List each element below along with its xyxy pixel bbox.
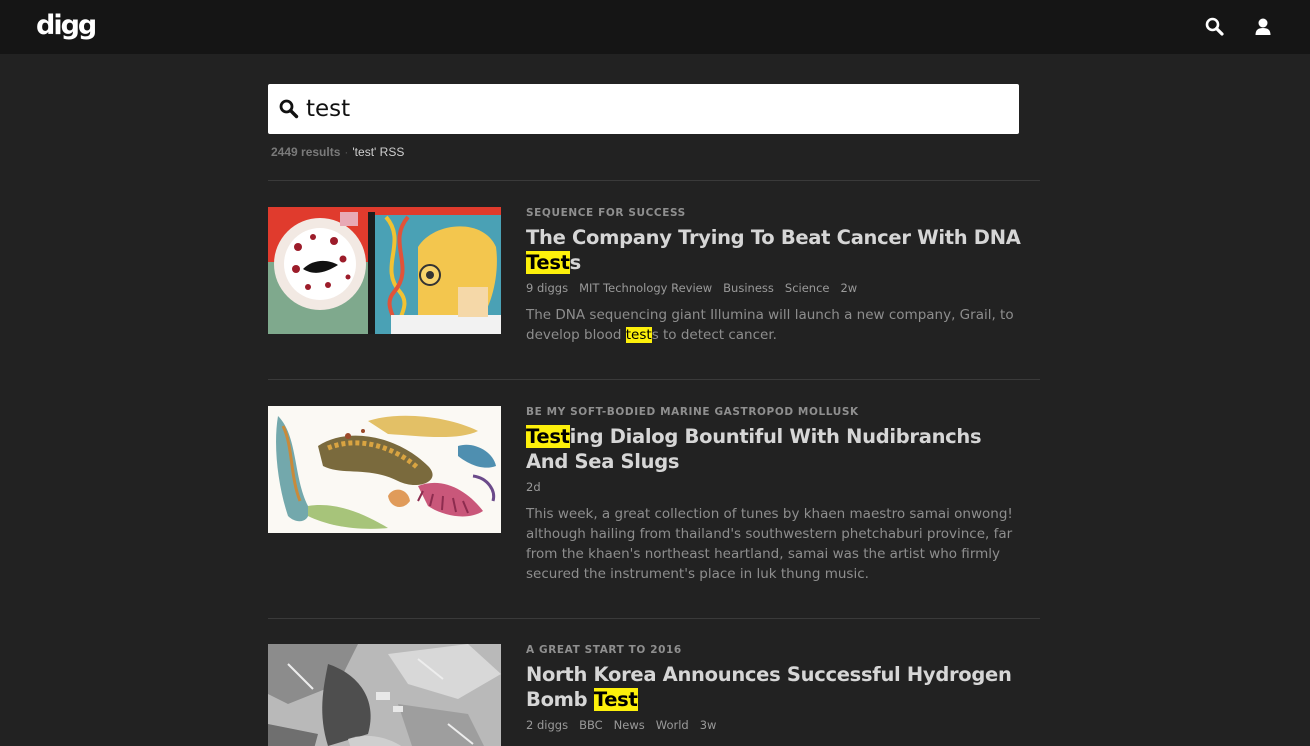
desc-text: s to detect cancer. [651, 327, 777, 343]
story-kicker: BE MY SOFT-BODIED MARINE GASTROPOD MOLLU… [526, 406, 859, 418]
story-meta: 2d [526, 480, 1026, 494]
search-input[interactable] [306, 92, 1006, 126]
story-kicker: SEQUENCE FOR SUCCESS [526, 207, 686, 219]
search-icon[interactable] [1204, 16, 1226, 38]
user-icon[interactable] [1252, 16, 1274, 38]
divider [268, 180, 1040, 181]
search-icon [278, 98, 300, 120]
story-body: A GREAT START TO 2016 North Korea Announ… [526, 644, 1026, 732]
story-body: SEQUENCE FOR SUCCESS The Company Trying … [526, 207, 1026, 345]
search-results-meta: 2449 results ·'test' RSS [271, 145, 404, 159]
story-thumbnail[interactable] [268, 406, 501, 533]
story-age: 2d [526, 480, 541, 494]
search-term-highlight: Test [526, 425, 570, 448]
tag-link[interactable]: World [656, 718, 689, 732]
separator: · [344, 145, 349, 159]
divider [268, 618, 1040, 619]
satellite-photo [268, 644, 501, 746]
title-text: The Company Trying To Beat Cancer With D… [526, 226, 1021, 249]
source-link[interactable]: MIT Technology Review [579, 281, 712, 295]
digg-count[interactable]: 9 diggs [526, 281, 568, 295]
title-text: s [569, 251, 582, 274]
search-box [268, 84, 1019, 134]
search-term-highlight: Test [526, 251, 570, 274]
search-term-highlight: test [625, 327, 652, 343]
story-kicker: A GREAT START TO 2016 [526, 644, 682, 656]
illustration-nudibranchs [268, 406, 501, 533]
story-age: 3w [699, 718, 717, 732]
story-meta: 9 diggs MIT Technology Review Business Scie… [526, 281, 1026, 295]
story-description: The DNA sequencing giant Illumina will l… [526, 305, 1016, 345]
story-title[interactable]: North Korea Announces Successful Hydroge… [526, 662, 1026, 712]
tag-link[interactable]: Business [723, 281, 774, 295]
tag-link[interactable]: Science [785, 281, 830, 295]
illustration-dna-test [268, 207, 501, 334]
story-description: This week, a great collection of tunes b… [526, 506, 1013, 582]
results-count: 2449 results [271, 145, 341, 159]
story-thumbnail[interactable] [268, 644, 501, 746]
story-meta: 2 diggs BBC News World 3w [526, 718, 1026, 732]
source-link[interactable]: BBC [579, 718, 603, 732]
digg-count[interactable]: 2 diggs [526, 718, 568, 732]
rss-link[interactable]: 'test' RSS [352, 145, 404, 159]
tag-link[interactable]: News [614, 718, 645, 732]
divider [268, 379, 1040, 380]
story-title[interactable]: Testing Dialog Bountiful With Nudibranch… [526, 424, 1026, 474]
story-thumbnail[interactable] [268, 207, 501, 334]
story-age: 2w [840, 281, 858, 295]
top-navigation-bar: digg [0, 0, 1310, 54]
title-text: ing Dialog Bountiful With Nudibranchs An… [526, 425, 982, 473]
story-title[interactable]: The Company Trying To Beat Cancer With D… [526, 225, 1026, 275]
search-term-highlight: Test [593, 688, 638, 711]
digg-logo[interactable]: digg [36, 9, 97, 43]
story-body: BE MY SOFT-BODIED MARINE GASTROPOD MOLLU… [526, 406, 1026, 584]
